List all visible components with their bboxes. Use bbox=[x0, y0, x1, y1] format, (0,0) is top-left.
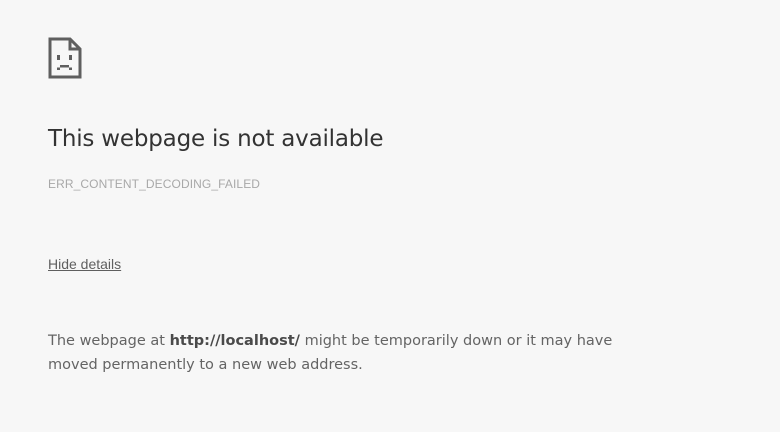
error-page: This webpage is not available ERR_CONTEN… bbox=[48, 37, 748, 373]
failed-url: http://localhost/ bbox=[169, 333, 300, 349]
details-prefix: The webpage at bbox=[48, 333, 170, 349]
hide-details-link[interactable]: Hide details bbox=[48, 256, 121, 272]
sad-page-icon bbox=[48, 37, 82, 79]
error-code: ERR_CONTENT_DECODING_FAILED bbox=[48, 177, 261, 191]
error-title: This webpage is not available bbox=[48, 126, 384, 152]
error-details-text: The webpage at http://localhost/ might b… bbox=[48, 329, 648, 377]
